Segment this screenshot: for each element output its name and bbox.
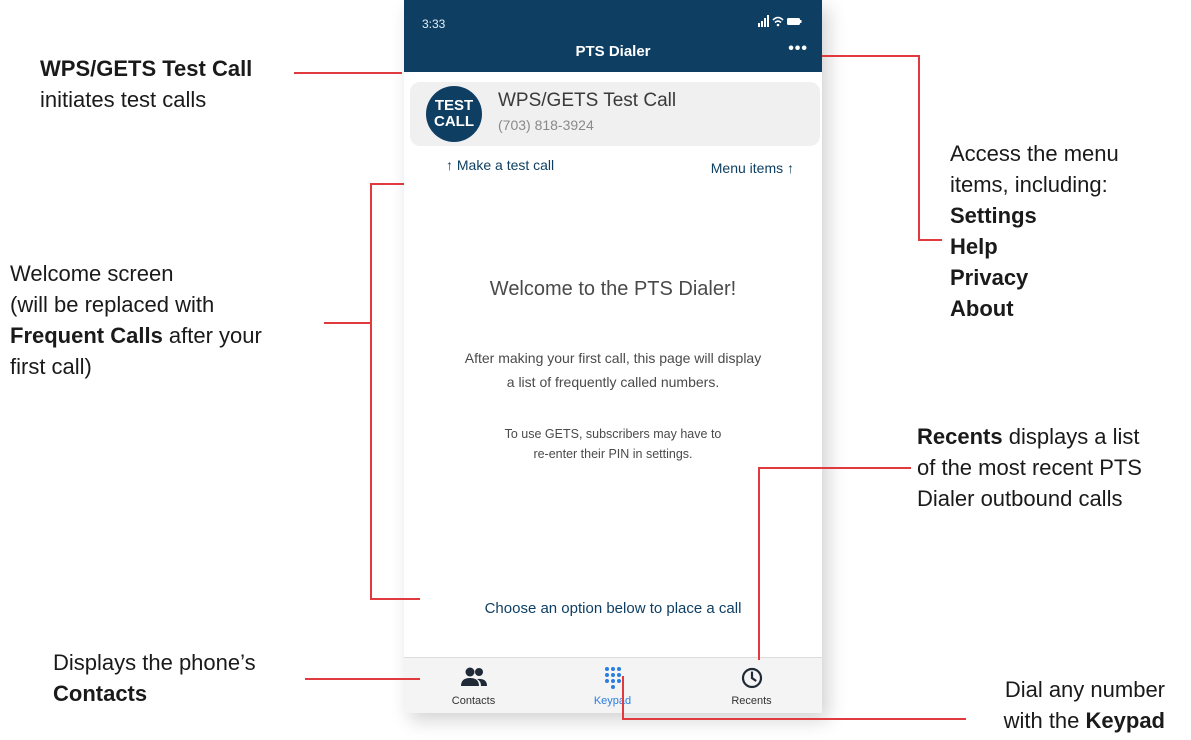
welcome-message: After making your first call, this page …	[464, 350, 762, 390]
status-icons	[758, 15, 802, 30]
tab-bar: Contacts Keypad Recents	[404, 657, 822, 713]
keypad-icon	[604, 667, 621, 689]
annotation-welcome: Welcome screen (will be replaced with Fr…	[10, 261, 262, 379]
connector-menu-h1	[822, 55, 920, 57]
status-time: 3:33	[422, 17, 446, 31]
signal-icon	[758, 15, 769, 27]
connector-keypad-v	[622, 676, 624, 720]
connector-test-call	[294, 72, 402, 74]
annotation-keypad: Dial any number with the Keypad	[1003, 677, 1165, 733]
test-call-avatar: TEST CALL	[426, 86, 482, 142]
annotation-recents: Recents displays a list of the most rece…	[917, 424, 1142, 511]
clock-icon	[741, 667, 762, 689]
connector-recents-v	[758, 467, 760, 660]
test-call-number: (703) 818-3924	[498, 117, 594, 133]
connector-welcome-bottom	[370, 598, 420, 600]
annotation-contacts: Displays the phone’s Contacts	[53, 650, 256, 706]
annotation-menu: Access the menu items, including: Settin…	[950, 141, 1119, 321]
header-divider	[404, 70, 822, 76]
tab-keypad-label: Keypad	[593, 695, 632, 707]
more-menu-button[interactable]: •••	[788, 40, 808, 58]
app-header: 3:33 PTS Dialer •••	[404, 0, 822, 70]
connector-welcome-top	[370, 183, 404, 185]
contacts-icon	[460, 667, 487, 686]
tab-contacts[interactable]: Contacts	[404, 658, 543, 713]
welcome-title: Welcome to the PTS Dialer!	[489, 278, 737, 300]
tab-contacts-label: Contacts	[451, 695, 496, 707]
connector-welcome-vertical	[370, 183, 372, 600]
wifi-icon	[772, 16, 784, 24]
test-call-button[interactable]: TEST CALL WPS/GETS Test Call (703) 818-3…	[410, 82, 820, 146]
tab-keypad[interactable]: Keypad	[543, 658, 682, 713]
tab-recents-label: Recents	[731, 695, 772, 707]
annotation-test-call: WPS/GETS Test Call initiates test calls	[40, 56, 253, 112]
connector-keypad-h	[622, 718, 966, 720]
make-test-call-hint: ↑ Make a test call	[446, 157, 555, 173]
test-call-name: WPS/GETS Test Call	[498, 90, 677, 111]
connector-menu-h2	[918, 239, 942, 241]
connector-recents-h	[758, 467, 911, 469]
connector-contacts	[305, 678, 420, 680]
tab-recents[interactable]: Recents	[682, 658, 821, 713]
app-title: PTS Dialer	[575, 43, 651, 60]
battery-icon	[787, 18, 800, 25]
connector-welcome-arm	[324, 322, 371, 324]
menu-items-hint: Menu items ↑	[710, 160, 794, 176]
gets-pin-note: To use GETS, subscribers may have to re-…	[504, 427, 722, 461]
connector-menu-v	[918, 55, 920, 241]
